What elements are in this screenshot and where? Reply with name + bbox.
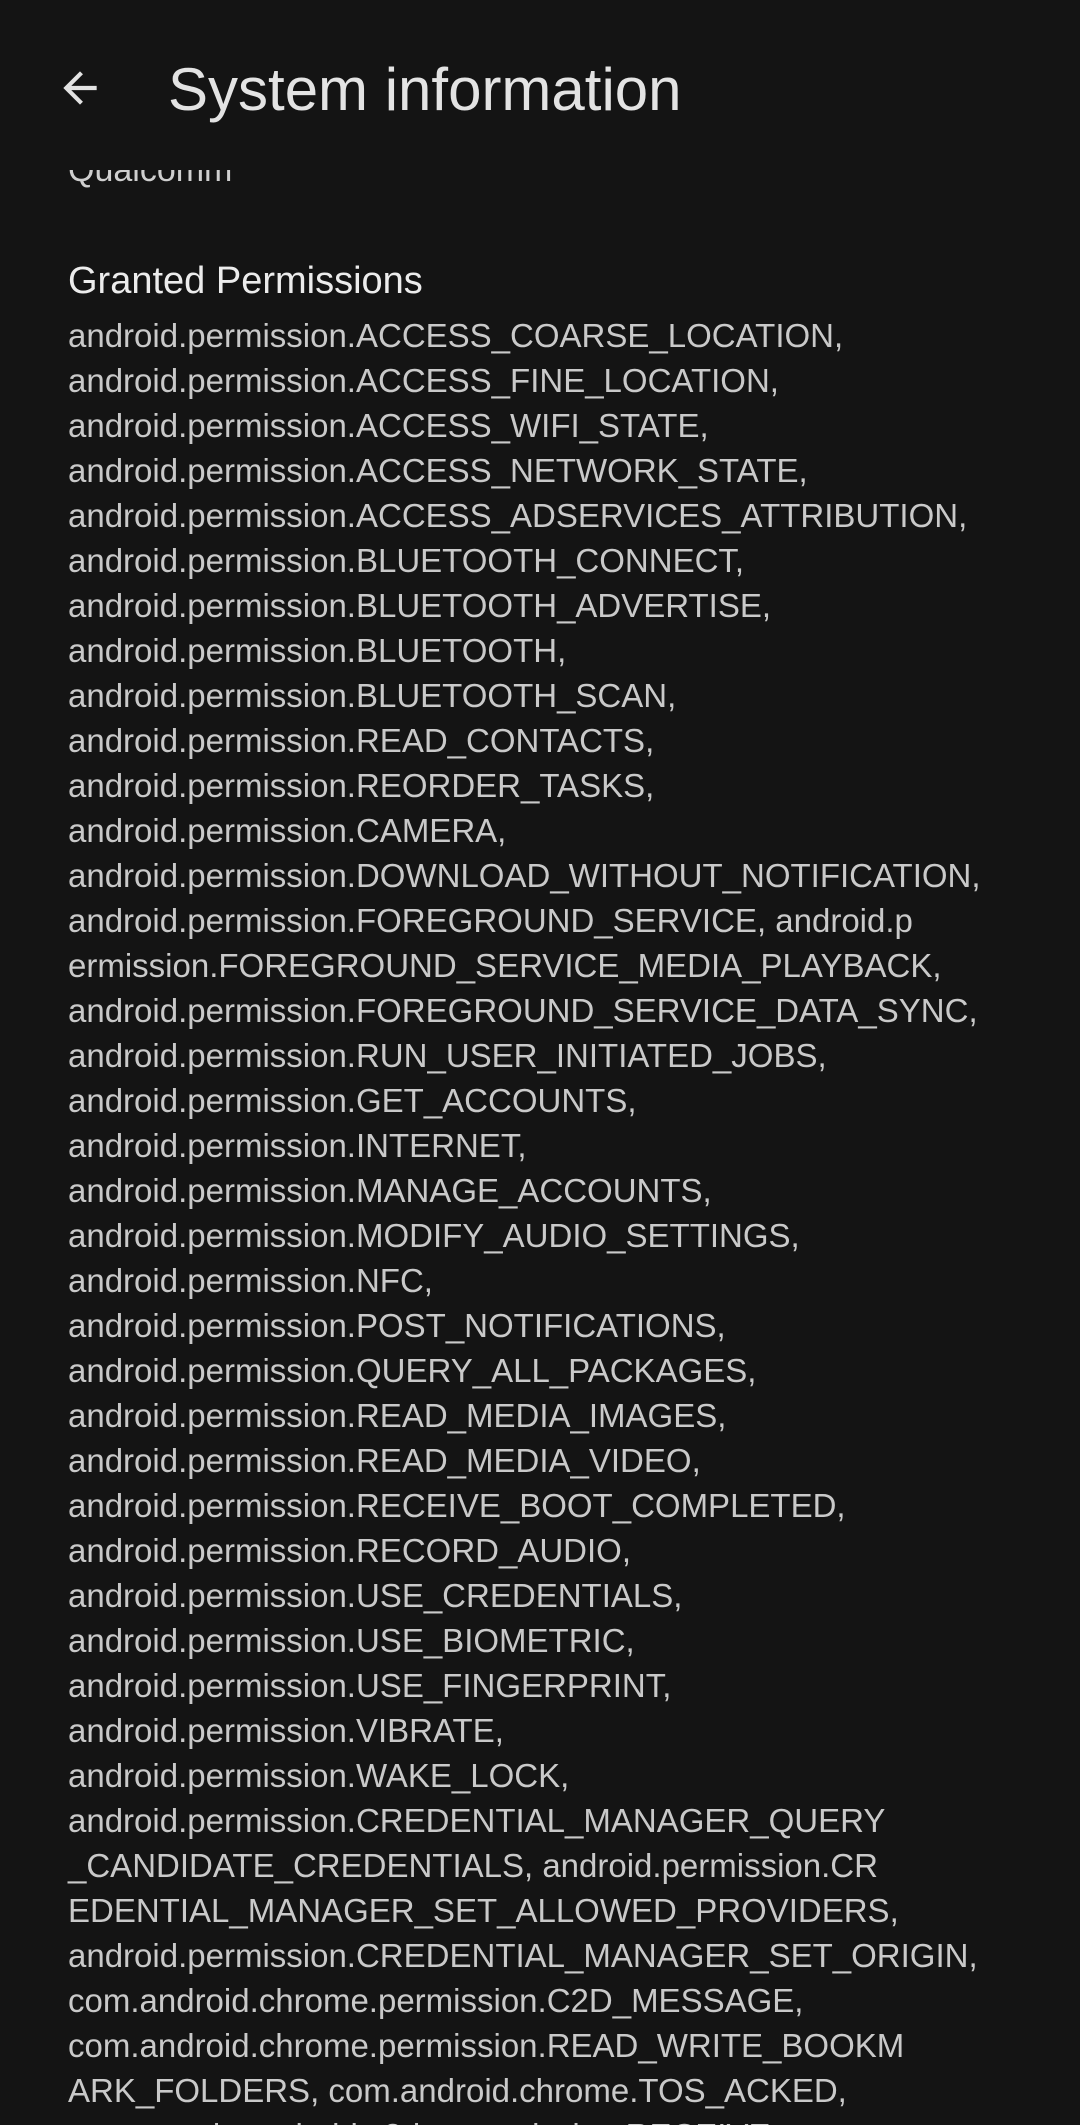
back-button[interactable] xyxy=(40,50,120,130)
permission-line: android.permission.USE_CREDENTIALS, xyxy=(68,1577,683,1614)
permission-line: android.permission.CREDENTIAL_MANAGER_QU… xyxy=(68,1802,886,1839)
permission-line: android.permission.BLUETOOTH_CONNECT, xyxy=(68,542,745,579)
permission-line: android.permission.RECORD_AUDIO, xyxy=(68,1532,632,1569)
permission-line: android.permission.RUN_USER_INITIATED_JO… xyxy=(68,1037,827,1074)
app-bar: System information xyxy=(0,0,1080,170)
granted-permissions-title: Granted Permissions xyxy=(68,260,423,302)
arrow-back-icon xyxy=(55,63,105,118)
permission-line: android.permission.INTERNET, xyxy=(68,1127,527,1164)
permission-line: com.android.chrome.permission.READ_WRITE… xyxy=(68,2027,905,2064)
permission-line: android.permission.DOWNLOAD_WITHOUT_NOTI… xyxy=(68,857,981,894)
permission-line: android.permission.USE_BIOMETRIC, xyxy=(68,1622,635,1659)
permission-line: android.permission.CAMERA, xyxy=(68,812,507,849)
permission-line: android.permission.READ_MEDIA_IMAGES, xyxy=(68,1397,727,1434)
permission-line: android.permission.USE_FINGERPRINT, xyxy=(68,1667,672,1704)
permission-line: android.permission.READ_MEDIA_VIDEO, xyxy=(68,1442,701,1479)
permission-line: android.permission.FOREGROUND_SERVICE_DA… xyxy=(68,992,978,1029)
permission-line: ermission.FOREGROUND_SERVICE_MEDIA_PLAYB… xyxy=(68,947,942,984)
permission-line: android.permission.BLUETOOTH, xyxy=(68,632,567,669)
page-title: System information xyxy=(168,56,682,123)
permission-line: com.android.chrome.permission.C2D_MESSAG… xyxy=(68,1982,804,2019)
permission-line: android.permission.MODIFY_AUDIO_SETTINGS… xyxy=(68,1217,800,1254)
permission-line: android.permission.ACCESS_NETWORK_STATE, xyxy=(68,452,808,489)
permission-line: android.permission.BLUETOOTH_SCAN, xyxy=(68,677,677,714)
permission-line: ARK_FOLDERS, com.android.chrome.TOS_ACKE… xyxy=(68,2072,847,2109)
granted-permissions-list: android.permission.ACCESS_COARSE_LOCATIO… xyxy=(68,313,981,2125)
permission-line: android.permission.VIBRATE, xyxy=(68,1712,504,1749)
permission-line: android.permission.ACCESS_WIFI_STATE, xyxy=(68,407,709,444)
permission-line: android.permission.WAKE_LOCK, xyxy=(68,1757,570,1794)
permission-line: android.permission.ACCESS_FINE_LOCATION, xyxy=(68,362,779,399)
permission-line: android.permission.GET_ACCOUNTS, xyxy=(68,1082,637,1119)
permission-line: com.google.android.c2dm.permission.RECEI… xyxy=(68,2113,981,2125)
permission-line: android.permission.ACCESS_ADSERVICES_ATT… xyxy=(68,497,968,534)
permission-line: android.permission.QUERY_ALL_PACKAGES, xyxy=(68,1352,757,1389)
scroll-content[interactable]: Qualcomm Granted Permissions android.per… xyxy=(0,0,1080,2125)
permission-line: android.permission.RECEIVE_BOOT_COMPLETE… xyxy=(68,1487,846,1524)
permission-line: android.permission.CREDENTIAL_MANAGER_SE… xyxy=(68,1937,978,1974)
permission-line: android.permission.MANAGE_ACCOUNTS, xyxy=(68,1172,712,1209)
permission-line: android.permission.REORDER_TASKS, xyxy=(68,767,655,804)
permission-line: android.permission.POST_NOTIFICATIONS, xyxy=(68,1307,726,1344)
permission-line: _CANDIDATE_CREDENTIALS, android.permissi… xyxy=(68,1847,878,1884)
permission-line: EDENTIAL_MANAGER_SET_ALLOWED_PROVIDERS, xyxy=(68,1892,899,1929)
permission-line: android.permission.BLUETOOTH_ADVERTISE, xyxy=(68,587,772,624)
permission-line: android.permission.NFC, xyxy=(68,1262,433,1299)
permission-line: android.permission.FOREGROUND_SERVICE, a… xyxy=(68,902,913,939)
permission-line: android.permission.READ_CONTACTS, xyxy=(68,722,655,759)
permission-line: android.permission.ACCESS_COARSE_LOCATIO… xyxy=(68,317,844,354)
